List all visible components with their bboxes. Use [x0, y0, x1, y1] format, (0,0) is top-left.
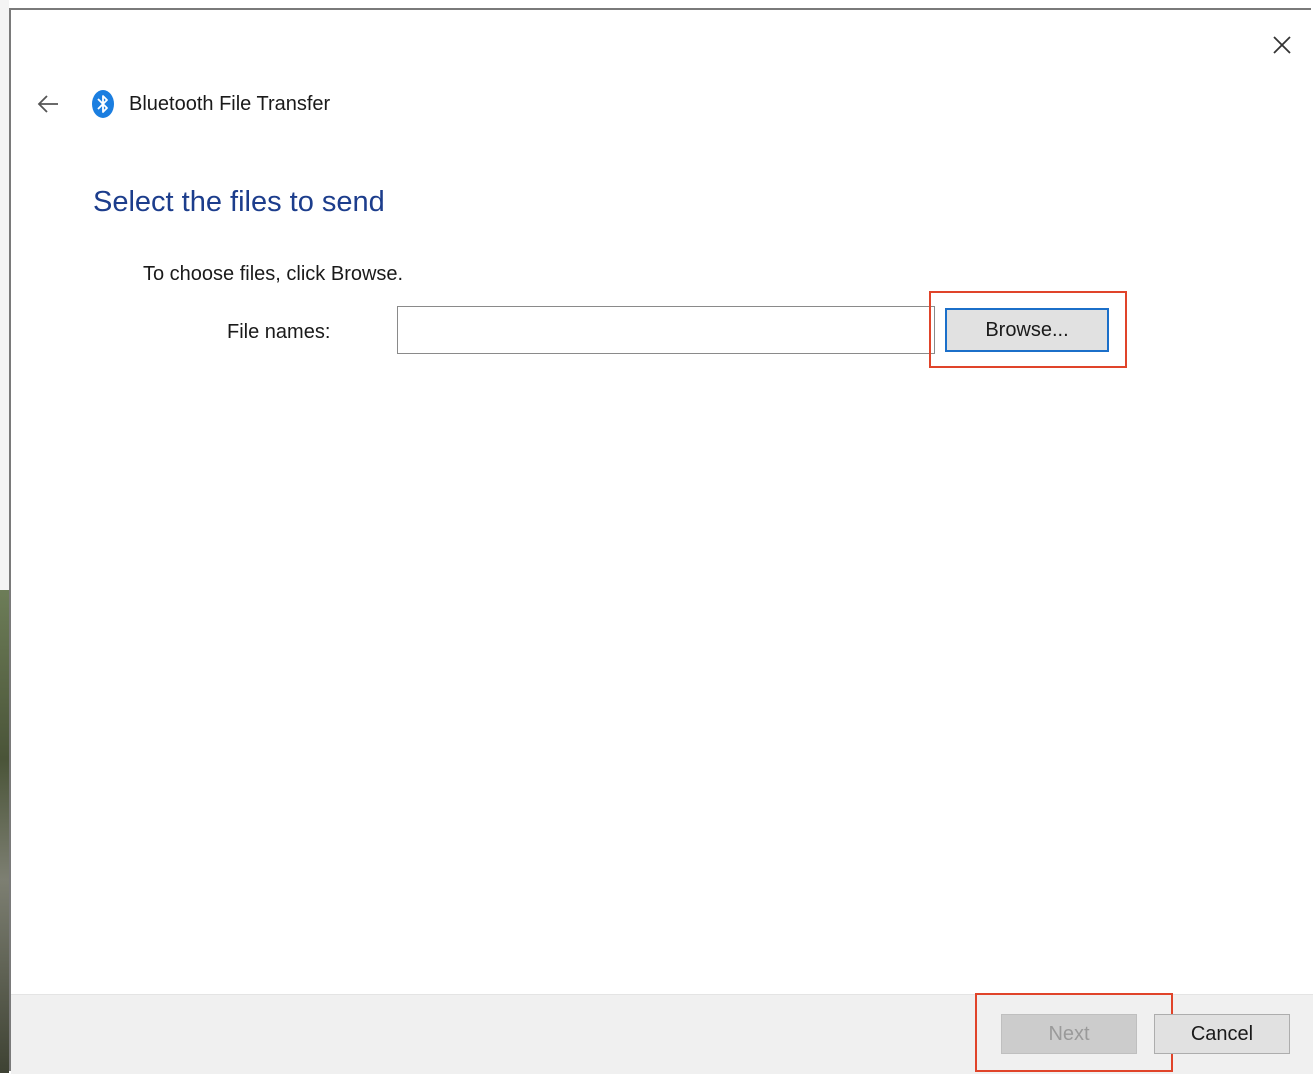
close-button[interactable]: [1267, 30, 1297, 60]
desktop-background-strip: [0, 0, 9, 1073]
instructions-text: To choose files, click Browse.: [143, 263, 404, 285]
browse-button[interactable]: Browse...: [945, 308, 1109, 352]
bluetooth-transfer-window: Bluetooth File Transfer Select the files…: [9, 8, 1313, 1074]
next-button[interactable]: Next: [1001, 1014, 1137, 1054]
close-icon: [1273, 36, 1291, 54]
file-names-input[interactable]: [397, 306, 935, 354]
desktop-wallpaper-fragment: [0, 590, 9, 1073]
cancel-button[interactable]: Cancel: [1154, 1014, 1290, 1054]
file-names-label: File names:: [227, 321, 331, 343]
back-button[interactable]: [33, 90, 63, 118]
window-title: Bluetooth File Transfer: [129, 93, 331, 115]
back-arrow-icon: [37, 95, 58, 113]
bluetooth-icon: [92, 90, 114, 118]
page-heading: Select the files to send: [93, 186, 385, 218]
